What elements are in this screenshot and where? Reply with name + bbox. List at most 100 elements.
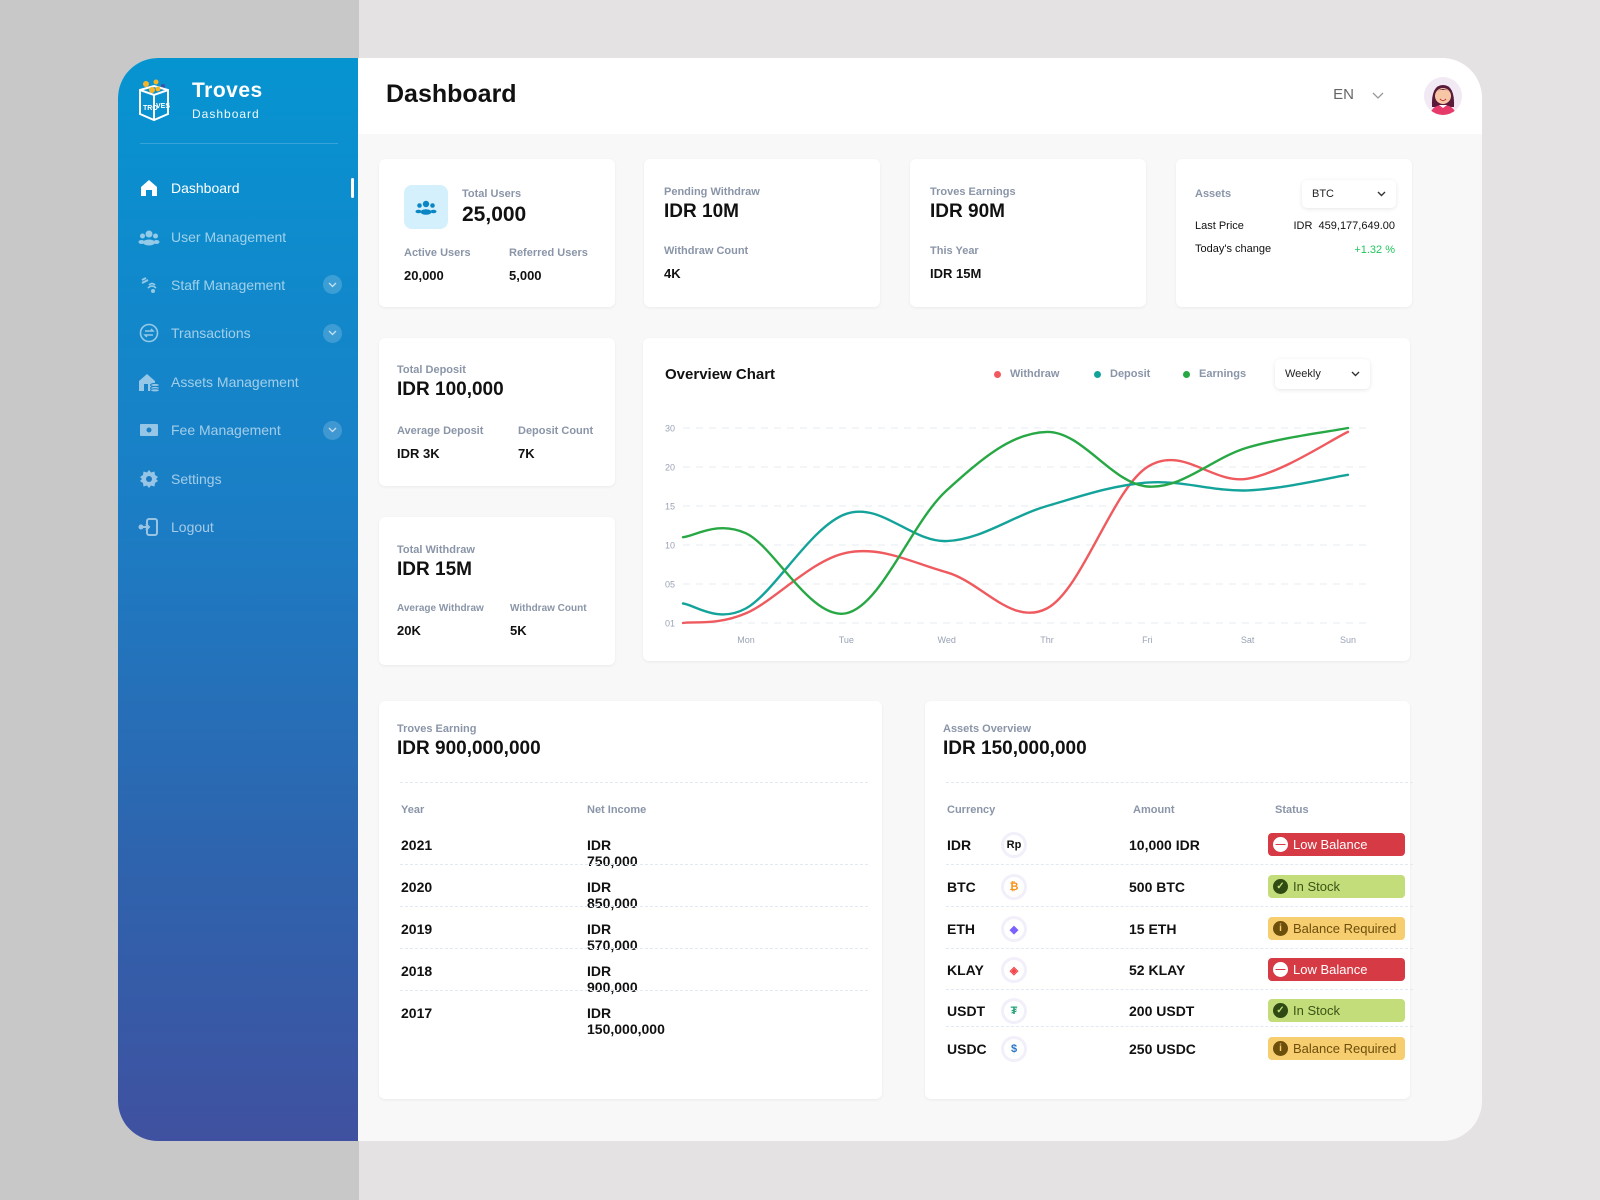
total-withdraw-card: Total Withdraw IDR 15M Average Withdraw …	[379, 517, 615, 665]
status-badge: i Balance Required	[1268, 917, 1405, 940]
overview-chart-card: Overview Chart Withdraw Deposit Earnings…	[643, 338, 1410, 661]
currency-cell: USDC	[947, 1041, 987, 1057]
chevron-down-icon	[1372, 86, 1384, 103]
overview-line-chart: 01 05 10 15 20 30 Mon Tue Wed Thr Fri Sat Sun	[665, 424, 1371, 645]
y-tick-label: 05	[665, 580, 675, 590]
minus-circle-icon: —	[1273, 837, 1288, 852]
x-tick-label: Mon	[737, 635, 755, 645]
column-header-amount: Amount	[1133, 804, 1175, 816]
asset-select[interactable]: BTC	[1302, 180, 1396, 208]
assets-overview-total: IDR 150,000,000	[943, 738, 1087, 759]
info-circle-icon: i	[1273, 921, 1288, 936]
series-line-withdraw[interactable]	[681, 430, 1350, 625]
y-tick-label: 30	[665, 424, 675, 434]
active-indicator	[351, 178, 354, 199]
chevron-down-icon[interactable]	[323, 323, 342, 343]
total-users-label: Total Users	[462, 188, 522, 200]
minus-circle-icon: —	[1273, 962, 1288, 977]
sidebar: TRO VES Troves Dashboard Dashboard User …	[118, 58, 358, 1141]
total-deposit-label: Total Deposit	[397, 364, 466, 376]
status-badge: ✓ In Stock	[1268, 875, 1405, 898]
sidebar-item-dashboard[interactable]: Dashboard	[118, 164, 358, 212]
chevron-down-icon[interactable]	[323, 420, 342, 440]
net-income-cell: IDR 150,000,000	[587, 1005, 665, 1037]
currency-cell: USDT	[947, 1003, 986, 1019]
divider	[400, 782, 868, 783]
staff-icon	[138, 274, 160, 296]
column-header-net-income: Net Income	[587, 804, 647, 816]
assets-overview-table-card: Assets Overview IDR 150,000,000 Currency…	[925, 701, 1413, 1099]
status-badge: i Balance Required	[1268, 1037, 1405, 1060]
brand[interactable]: TRO VES Troves Dashboard	[136, 78, 263, 122]
pending-withdraw-label: Pending Withdraw	[664, 186, 760, 198]
chevron-down-icon[interactable]	[323, 275, 342, 295]
x-tick-label: Sat	[1241, 635, 1255, 645]
sidebar-item-fee-management[interactable]: Fee Management	[118, 406, 358, 454]
fee-icon	[138, 419, 160, 441]
this-year-value: IDR 15M	[930, 266, 982, 281]
average-withdraw-label: Average Withdraw	[397, 603, 484, 614]
sidebar-item-label: Transactions	[171, 325, 251, 342]
year-cell: 2019	[401, 921, 433, 937]
referred-users-label: Referred Users	[509, 247, 588, 259]
y-tick-label: 10	[665, 541, 675, 551]
series-line-earnings[interactable]	[681, 426, 1350, 615]
row-divider	[946, 906, 1413, 907]
gear-icon	[138, 468, 160, 490]
user-avatar[interactable]	[1424, 77, 1462, 115]
row-divider	[400, 990, 868, 991]
assets-price-card: Assets BTC Last Price IDR 459,177,649.00…	[1176, 159, 1412, 307]
row-divider	[400, 948, 868, 949]
app-window: TRO VES Troves Dashboard Dashboard User …	[118, 58, 1482, 1141]
sidebar-divider	[140, 143, 338, 144]
row-divider	[946, 1026, 1413, 1027]
klaytn-icon: ◈	[1001, 957, 1027, 983]
rupiah-icon: Rp	[1001, 832, 1027, 858]
status-badge: — Low Balance	[1268, 833, 1405, 856]
sidebar-item-logout[interactable]: Logout	[118, 503, 358, 551]
svg-text:VES: VES	[156, 103, 170, 110]
troves-earnings-card: Troves Earnings IDR 90M This Year IDR 15…	[910, 159, 1146, 307]
row-divider	[400, 864, 868, 865]
language-selector[interactable]: EN	[1333, 86, 1384, 103]
x-tick-label: Thr	[1040, 635, 1054, 645]
row-divider	[946, 989, 1413, 990]
currency-cell: BTC	[947, 879, 976, 895]
deposit-count-label: Deposit Count	[518, 425, 594, 437]
sidebar-item-staff-management[interactable]: Staff Management	[118, 261, 358, 309]
troves-earnings-value: IDR 90M	[930, 201, 1005, 222]
sidebar-nav: Dashboard User Management Staff Manageme…	[118, 164, 358, 551]
amount-cell: 52 KLAY	[1129, 962, 1186, 978]
asset-select-value: BTC	[1312, 188, 1334, 200]
last-price-label: Last Price	[1195, 220, 1244, 232]
x-tick-label: Fri	[1142, 635, 1153, 645]
total-withdraw-value: IDR 15M	[397, 559, 472, 580]
y-tick-label: 20	[665, 463, 675, 473]
amount-cell: 200 USDT	[1129, 1003, 1195, 1019]
sidebar-item-settings[interactable]: Settings	[118, 454, 358, 502]
average-withdraw-value: 20K	[397, 623, 421, 638]
column-header-status: Status	[1275, 804, 1309, 816]
assets-icon	[138, 371, 160, 393]
sidebar-item-user-management[interactable]: User Management	[118, 212, 358, 260]
withdraw-count-value: 5K	[510, 623, 527, 638]
sidebar-item-label: Assets Management	[171, 373, 299, 390]
brand-title: Troves	[192, 79, 263, 102]
sidebar-item-transactions[interactable]: Transactions	[118, 309, 358, 357]
transactions-icon	[138, 322, 160, 344]
row-divider	[400, 906, 868, 907]
last-price-value: 459,177,649.00	[1318, 220, 1395, 232]
currency-cell: KLAY	[947, 962, 984, 978]
status-text: Low Balance	[1293, 837, 1368, 852]
row-divider	[946, 864, 1413, 865]
info-circle-icon: i	[1273, 1041, 1288, 1056]
sidebar-item-label: Settings	[171, 470, 222, 487]
status-text: Balance Required	[1293, 921, 1397, 936]
status-badge: ✓ In Stock	[1268, 999, 1405, 1022]
amount-cell: 15 ETH	[1129, 921, 1177, 937]
sidebar-item-assets-management[interactable]: Assets Management	[118, 358, 358, 406]
last-price-currency: IDR	[1293, 220, 1313, 232]
page-title: Dashboard	[386, 80, 517, 108]
users-icon	[404, 185, 448, 229]
year-cell: 2020	[401, 879, 433, 895]
